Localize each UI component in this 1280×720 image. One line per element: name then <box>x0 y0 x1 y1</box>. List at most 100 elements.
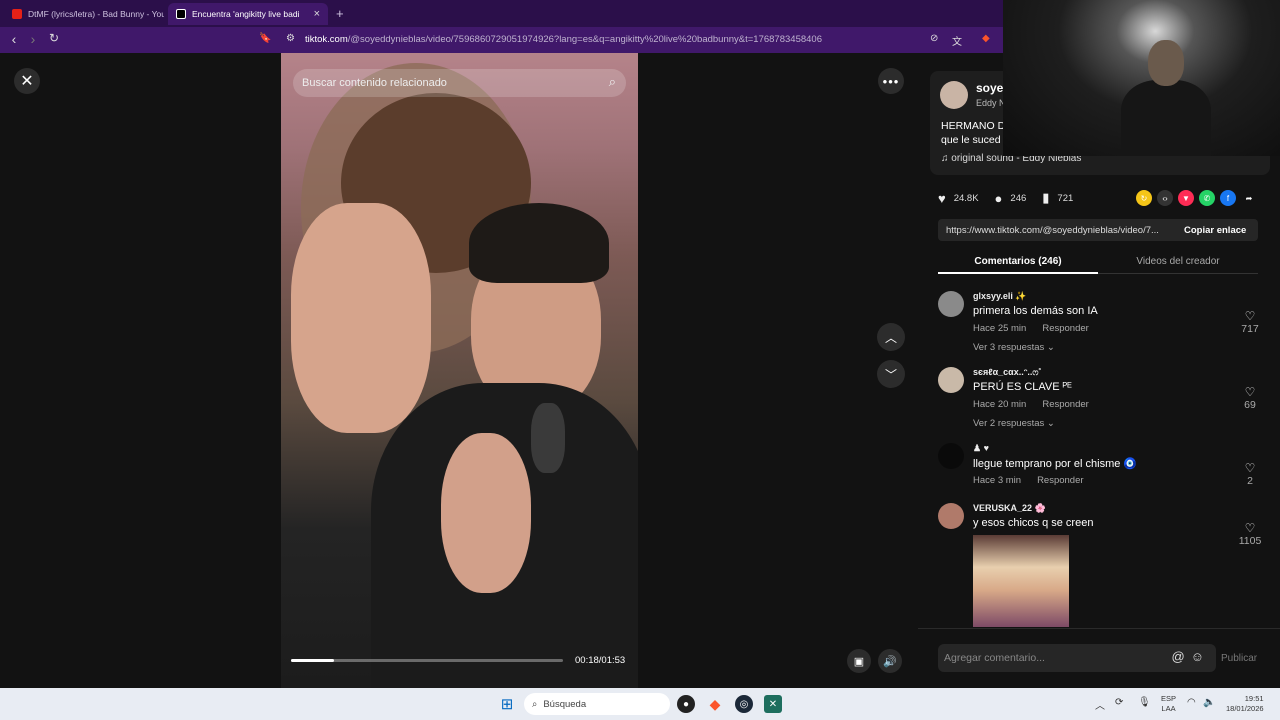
stats-row: ♥ 24.8K ● 246 ▮ 721 <box>938 190 1089 206</box>
comment-text: primera los demás son IA <box>973 305 1098 317</box>
reload-icon[interactable]: ↻ <box>45 31 63 45</box>
related-search-input[interactable]: Buscar contenido relacionado ⌕ <box>293 69 626 97</box>
divider <box>918 628 1280 629</box>
site-info-icon[interactable]: ⚙ <box>286 33 295 44</box>
tab-comments[interactable]: Comentarios (246) <box>938 256 1098 267</box>
comment-like-button[interactable]: ♡ 69 <box>1236 385 1264 411</box>
whatsapp-icon[interactable]: ✆ <box>1199 190 1215 206</box>
comment-user[interactable]: glxsyy.eli ✨ <box>973 291 1027 302</box>
embed-icon[interactable]: ‹› <box>1157 190 1173 206</box>
send-icon[interactable]: ▼ <box>1178 190 1194 206</box>
author-subname: Eddy N <box>976 98 1006 108</box>
comment-meta: Hace 25 min Responder <box>973 323 1105 334</box>
tab-youtube[interactable]: DtMF (lyrics/letra) - Bad Bunny - You <box>4 3 164 25</box>
like-button[interactable]: ♥ 24.8K <box>938 191 979 206</box>
reply-button[interactable]: Responder <box>1042 399 1088 410</box>
next-video-button[interactable]: ﹀ <box>877 360 905 388</box>
share-icons: ↻ ‹› ▼ ✆ f ➦ <box>1136 190 1262 206</box>
steam-icon[interactable]: ◎ <box>735 695 753 713</box>
publish-button[interactable]: Publicar <box>1221 653 1257 664</box>
tab-creator-videos[interactable]: Videos del creador <box>1098 256 1258 267</box>
comment-like-count: 1105 <box>1238 535 1262 547</box>
reply-button[interactable]: Responder <box>1042 323 1088 334</box>
comment-list: glxsyy.eli ✨ primera los demás son IA Ha… <box>938 289 1268 629</box>
copy-link-button[interactable]: Copiar enlace <box>1176 225 1246 236</box>
forward-icon[interactable]: › <box>24 31 42 47</box>
avatar[interactable] <box>938 291 964 317</box>
panel-tabs: Comentarios (246) Videos del creador <box>938 250 1258 274</box>
comment-user[interactable]: ♟ ♥ <box>973 443 989 454</box>
search-icon[interactable]: ⌕ <box>609 74 616 90</box>
pip-icon[interactable]: ▣ <box>847 649 871 673</box>
previous-video-button[interactable]: ︿ <box>877 323 905 351</box>
windows-start-icon[interactable]: ⊞ <box>498 695 516 713</box>
avatar[interactable] <box>938 443 964 469</box>
heart-icon: ♥ <box>938 190 946 206</box>
comment-like-count: 69 <box>1244 399 1256 411</box>
tab-label: DtMF (lyrics/letra) - Bad Bunny - You <box>28 9 164 19</box>
url-field[interactable]: tiktok.com/@soyeddynieblas/video/7596860… <box>305 34 822 45</box>
avatar[interactable] <box>940 81 968 109</box>
author-name[interactable]: soye <box>976 81 1003 95</box>
comment-like-button[interactable]: ♡ 1105 <box>1236 521 1264 547</box>
comment-meta: Hace 20 min Responder <box>973 399 1105 410</box>
video-progress-bar[interactable] <box>291 659 563 662</box>
comment-like-button[interactable]: ♡ 2 <box>1236 461 1264 487</box>
sync-icon[interactable]: ⟳ <box>1115 697 1123 708</box>
tray-chevron-icon[interactable]: ︿ <box>1095 697 1105 712</box>
comment-gif[interactable] <box>973 535 1069 627</box>
back-icon[interactable]: ‹ <box>5 31 23 47</box>
webcam-person-head <box>1148 40 1184 86</box>
comment-text: llegue temprano por el chisme 🧿 <box>973 458 1138 470</box>
language-indicator[interactable]: ESP LAA <box>1161 694 1176 714</box>
new-tab-button[interactable]: + <box>336 6 344 21</box>
comment-button[interactable]: ● 246 <box>995 191 1027 206</box>
clock[interactable]: 19:51 18/01/2026 <box>1226 694 1264 714</box>
comment-time: Hace 25 min <box>973 323 1027 334</box>
tab-tiktok[interactable]: Encuentra 'angikitty live badi × <box>168 3 328 25</box>
speaker-icon[interactable]: 🔈 <box>1203 697 1215 708</box>
url-path: /@soyeddynieblas/video/75968607290519749… <box>347 34 822 45</box>
capcut-icon[interactable]: ✕ <box>764 695 782 713</box>
clock-time: 19:51 <box>1244 694 1264 703</box>
view-replies-button[interactable]: Ver 3 respuestas ⌄ <box>973 342 1055 353</box>
more-options-button[interactable]: ••• <box>878 68 904 94</box>
close-video-button[interactable]: ✕ <box>14 68 40 94</box>
wifi-icon[interactable]: ◠ <box>1187 697 1196 708</box>
tab-label: Encuentra 'angikitty live badi <box>192 9 300 19</box>
app-icon[interactable]: ● <box>677 695 695 713</box>
facebook-icon[interactable]: f <box>1220 190 1236 206</box>
url-domain: tiktok.com <box>305 34 348 45</box>
share-arrow-icon[interactable]: ➦ <box>1241 190 1257 206</box>
taskbar: ⊞ ⌕ Búsqueda ● ◆ ◎ ✕ ︿ ⟳ 🎙 ESP LAA ◠ 🔈 19… <box>0 688 1280 720</box>
video-player[interactable]: Buscar contenido relacionado ⌕ 00:18/01:… <box>281 53 638 688</box>
share-link-row: https://www.tiktok.com/@soyeddynieblas/v… <box>938 219 1258 241</box>
translate-icon[interactable]: 文 <box>952 33 962 48</box>
avatar[interactable] <box>938 367 964 393</box>
save-button[interactable]: ▮ 721 <box>1042 190 1073 206</box>
active-tab-indicator <box>938 272 1098 274</box>
comment-user[interactable]: VERUSKA_22 🌸 <box>973 503 1046 514</box>
save-count: 721 <box>1057 192 1074 204</box>
avatar[interactable] <box>938 503 964 529</box>
bookmark-icon[interactable]: 🔖 <box>259 33 271 44</box>
taskbar-search[interactable]: ⌕ Búsqueda <box>524 693 670 715</box>
volume-icon[interactable]: 🔊 <box>878 649 902 673</box>
share-link-text[interactable]: https://www.tiktok.com/@soyeddynieblas/v… <box>938 225 1176 236</box>
comment-input[interactable]: Agregar comentario... @☺ <box>938 644 1216 672</box>
view-replies-button[interactable]: Ver 2 respuestas ⌄ <box>973 418 1055 429</box>
comment-like-button[interactable]: ♡ 717 <box>1236 309 1264 335</box>
reader-off-icon[interactable]: ⊘ <box>930 33 938 44</box>
reply-button[interactable]: Responder <box>1037 475 1083 486</box>
brave-icon[interactable]: ◆ <box>706 695 724 713</box>
hand-shape <box>291 203 431 433</box>
mention-emoji-icons[interactable]: @☺ <box>1172 649 1210 664</box>
comment-user[interactable]: ѕєяℓα_cαx..ᵔ..ෆ˚ <box>973 367 1042 378</box>
repost-icon[interactable]: ↻ <box>1136 190 1152 206</box>
comment-placeholder: Agregar comentario... <box>944 652 1045 664</box>
close-tab-icon[interactable]: × <box>314 8 320 20</box>
hand-mic-shape <box>441 433 531 593</box>
brave-shield-icon[interactable]: ◆ <box>982 33 990 44</box>
heart-icon: ♡ <box>1244 461 1256 475</box>
mic-icon[interactable]: 🎙 <box>1138 697 1151 708</box>
